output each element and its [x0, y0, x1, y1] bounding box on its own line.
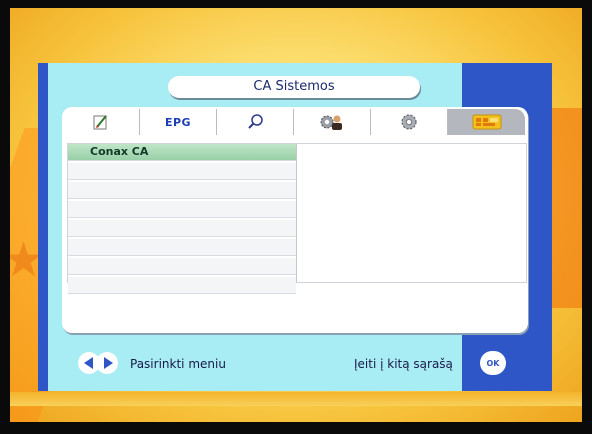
ca-system-list: Conax CA: [68, 144, 297, 294]
tab-edit[interactable]: [63, 109, 140, 135]
tab-installation[interactable]: [294, 109, 371, 135]
page-title: CA Sistemos: [168, 76, 420, 98]
list-item[interactable]: [68, 258, 296, 275]
ok-label: OK: [486, 358, 500, 368]
left-right-buttons[interactable]: [78, 352, 118, 374]
tab-settings[interactable]: [371, 109, 448, 135]
edit-icon: [93, 115, 107, 130]
content-card: EPG Conax CA: [62, 107, 528, 333]
gear-icon: [401, 114, 417, 130]
list-item[interactable]: [68, 201, 296, 218]
tab-bar: EPG: [63, 109, 527, 135]
search-icon: [248, 114, 263, 129]
right-arrow-icon[interactable]: [96, 352, 118, 374]
list-item[interactable]: [68, 220, 296, 237]
list-item[interactable]: [68, 163, 296, 180]
gears-person-icon: [320, 115, 342, 130]
list-item-selected[interactable]: Conax CA: [68, 144, 296, 161]
bottom-band: [10, 392, 582, 406]
tab-ca[interactable]: [448, 109, 525, 135]
list-item[interactable]: [68, 182, 296, 199]
ok-button[interactable]: OK: [480, 351, 506, 375]
list-item[interactable]: [68, 277, 296, 294]
smartcard-icon: [472, 114, 501, 130]
footer-enter-list-label: Įeiti į kitą sąrašą: [354, 357, 453, 371]
epg-icon: EPG: [164, 115, 192, 129]
tab-epg[interactable]: EPG: [140, 109, 217, 135]
content-area: Conax CA: [67, 143, 527, 294]
list-item[interactable]: [68, 239, 296, 256]
detail-pane: [297, 144, 526, 282]
tab-search[interactable]: [217, 109, 294, 135]
menu-panel: CA Sistemos EPG Conax CA Pasirinkti meni…: [38, 63, 552, 391]
footer-select-menu-label: Pasirinkti meniu: [130, 357, 226, 371]
